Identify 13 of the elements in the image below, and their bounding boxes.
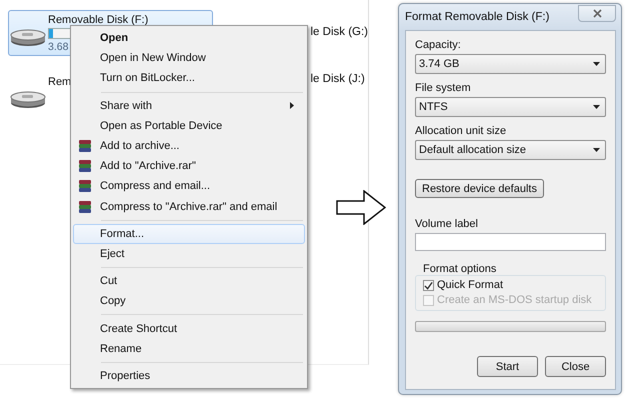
drive-name: Rem [48, 76, 72, 88]
field-label: File system [415, 82, 472, 94]
drive-name: le Disk (J:) [310, 73, 366, 85]
drive-name: Removable Disk (F:) [48, 14, 150, 26]
field-label: Allocation unit size [415, 125, 508, 137]
drive-name: le Disk (G:) [310, 26, 368, 38]
window-title: Format Removable Disk (F:) [405, 11, 550, 23]
checkbox-label: Create an MS-DOS startup disk [437, 294, 592, 306]
field-label: Volume label [415, 218, 479, 230]
drive-detail: 3.68 [48, 41, 70, 53]
field-label: Capacity: [415, 39, 462, 51]
group-title: Format options [423, 263, 498, 275]
checkbox-label: Quick Format [437, 279, 504, 291]
